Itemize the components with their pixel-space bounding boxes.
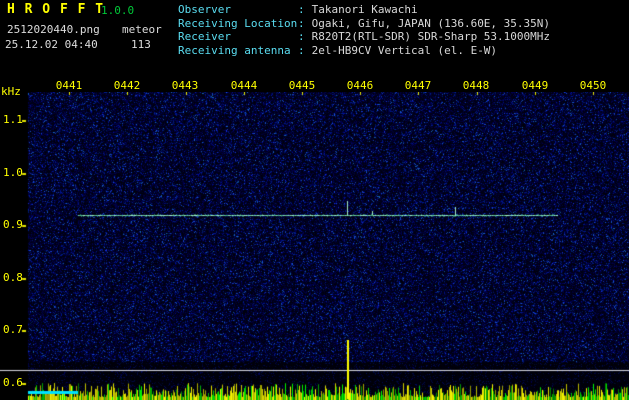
spectrogram-canvas	[0, 92, 629, 400]
info-row-location: Receiving Location: Ogaki, Gifu, JAPAN (1…	[178, 17, 550, 31]
info-value: Takanori Kawachi	[312, 3, 418, 16]
info-colon: :	[298, 44, 305, 57]
info-value: 2el-HB9CV Vertical (el. E-W)	[312, 44, 497, 57]
info-value: Ogaki, Gifu, JAPAN (136.60E, 35.35N)	[312, 17, 550, 30]
capture-filename: 2512020440.png	[7, 23, 100, 36]
x-tick-label: 0442	[103, 79, 151, 92]
info-colon: :	[298, 17, 305, 30]
x-tick-label: 0445	[278, 79, 326, 92]
y-tick-label: 0.8	[3, 271, 29, 284]
info-colon: :	[298, 30, 305, 43]
y-tick-label: 0.9	[3, 218, 29, 231]
x-tick-label: 0441	[45, 79, 93, 92]
x-tick-label: 0446	[336, 79, 384, 92]
info-label: Receiving antenna	[178, 44, 298, 58]
x-tick-label: 0443	[161, 79, 209, 92]
info-row-observer: Observer: Takanori Kawachi	[178, 3, 550, 17]
y-tick-label: 1.0	[3, 166, 29, 179]
y-axis-unit: kHz	[1, 85, 21, 98]
x-tick-label: 0450	[569, 79, 617, 92]
y-tick-label: 1.1	[3, 113, 29, 126]
info-label: Receiving Location	[178, 17, 298, 31]
x-tick-label: 0449	[511, 79, 559, 92]
hrofft-screen: H R O F F T 1.0.0 2512020440.png meteor …	[0, 0, 629, 400]
info-value: R820T2(RTL-SDR) SDR-Sharp 53.1000MHz	[312, 30, 550, 43]
app-title: H R O F F T	[7, 2, 104, 17]
app-version: 1.0.0	[101, 4, 134, 17]
y-tick-label: 0.7	[3, 323, 29, 336]
station-info: Observer: Takanori Kawachi Receiving Loca…	[178, 3, 550, 57]
x-tick-label: 0448	[452, 79, 500, 92]
echo-count: 113	[131, 38, 151, 51]
observation-mode-label: meteor	[122, 23, 162, 36]
info-label: Receiver	[178, 30, 298, 44]
info-colon: :	[298, 3, 305, 16]
info-label: Observer	[178, 3, 298, 17]
y-tick-label: 0.6	[3, 376, 29, 389]
info-row-antenna: Receiving antenna:2el-HB9CV Vertical (el…	[178, 44, 550, 58]
info-row-receiver: Receiver: R820T2(RTL-SDR) SDR-Sharp 53.10…	[178, 30, 550, 44]
capture-timestamp: 25.12.02 04:40	[5, 38, 98, 51]
x-tick-label: 0444	[220, 79, 268, 92]
x-tick-label: 0447	[394, 79, 442, 92]
